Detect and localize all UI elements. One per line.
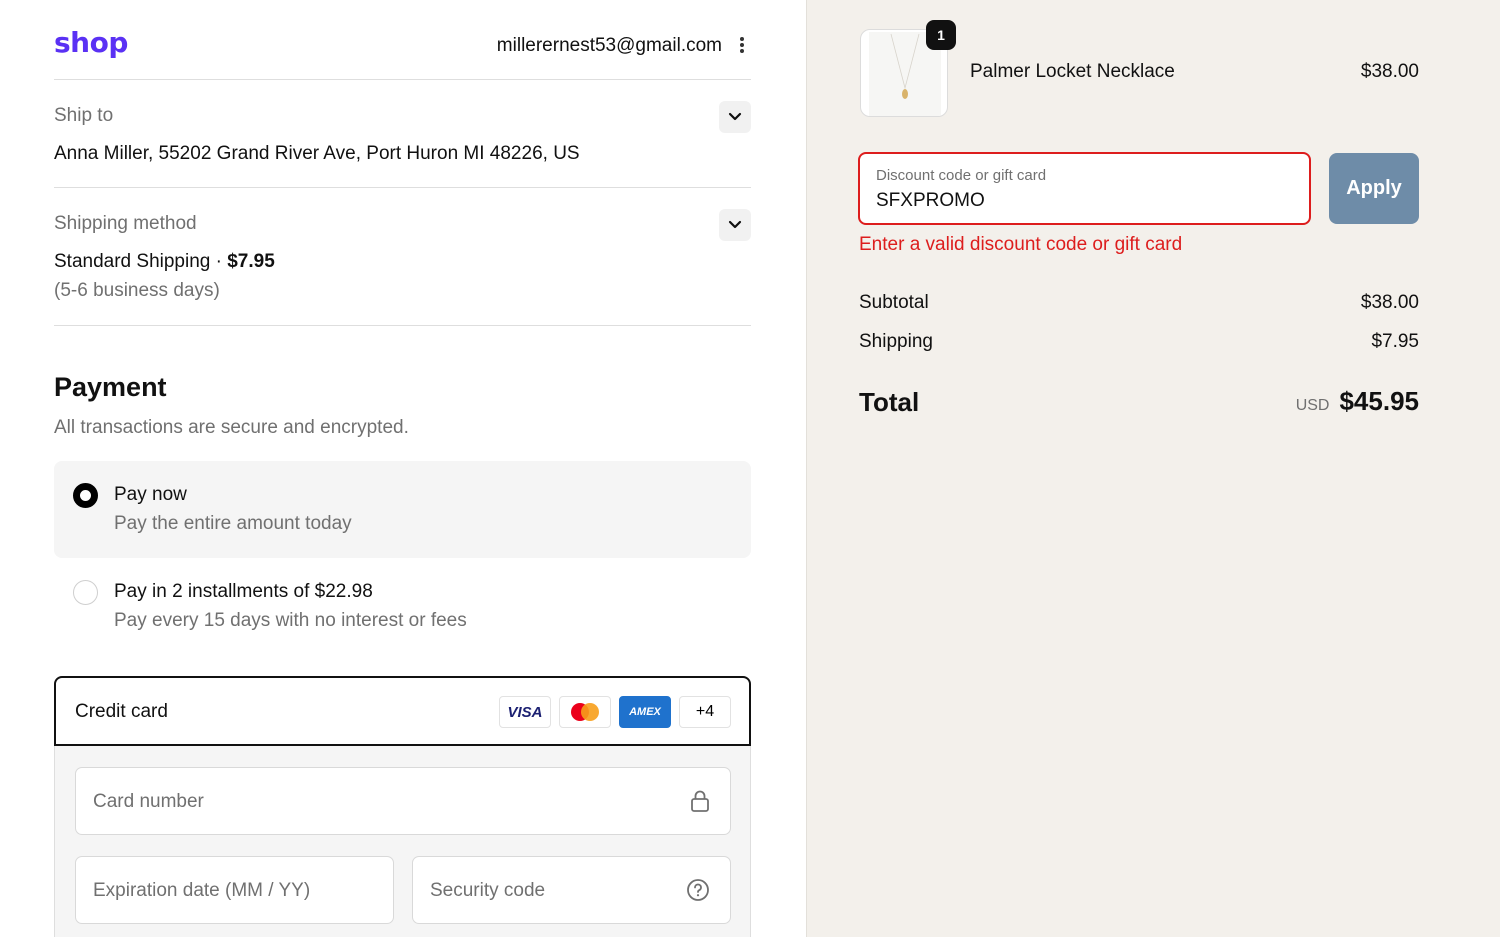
quantity-badge: 1 — [926, 20, 956, 50]
discount-code-input[interactable]: Discount code or gift card SFXPROMO — [858, 152, 1311, 225]
credit-card-header[interactable]: Credit card VISA AMEX +4 — [54, 676, 751, 746]
shipping-label: Shipping — [859, 331, 933, 352]
subtotal-label: Subtotal — [859, 292, 929, 313]
lock-icon — [690, 789, 710, 818]
more-brands-badge: +4 — [679, 696, 731, 728]
currency-code: USD — [1295, 397, 1330, 414]
shipping-method-value: Standard Shipping · $7.95 — [54, 251, 275, 273]
apply-button[interactable]: Apply — [1329, 153, 1419, 224]
card-number-input[interactable]: Card number — [75, 767, 731, 835]
card-number-placeholder: Card number — [93, 791, 204, 812]
payment-title: Payment — [54, 372, 167, 402]
expiration-date-input[interactable]: Expiration date (MM / YY) — [75, 856, 394, 924]
credit-card-form: Card number Expiration date (MM / YY) Se… — [54, 746, 751, 937]
visa-icon: VISA — [499, 696, 551, 728]
discount-error-message: Enter a valid discount code or gift card — [859, 234, 1183, 255]
order-summary-panel — [806, 0, 1500, 937]
pay-now-option[interactable]: Pay now Pay the entire amount today — [54, 461, 751, 558]
checkout-main-panel: shop millerernest53@gmail.com Ship to An… — [0, 0, 806, 937]
shop-logo[interactable]: shop — [54, 26, 128, 59]
divider — [54, 325, 751, 326]
installments-option[interactable]: Pay in 2 installments of $22.98 Pay ever… — [54, 558, 751, 655]
total-value: $45.95 — [1339, 386, 1419, 416]
expiration-placeholder: Expiration date (MM / YY) — [93, 880, 311, 901]
product-name: Palmer Locket Necklace — [970, 61, 1175, 82]
divider — [54, 187, 751, 188]
security-code-placeholder: Security code — [430, 880, 546, 901]
product-price: $38.00 — [1360, 61, 1419, 82]
shipping-eta: (5-6 business days) — [54, 280, 220, 301]
ship-to-label: Ship to — [54, 105, 114, 126]
security-code-input[interactable]: Security code — [412, 856, 731, 924]
pay-now-title: Pay now — [114, 484, 187, 505]
installments-radio[interactable] — [73, 580, 98, 605]
account-email: millerernest53@gmail.com — [496, 35, 722, 56]
shipping-separator: · — [215, 251, 222, 272]
shipping-method-price: $7.95 — [227, 251, 275, 272]
payment-subtitle: All transactions are secure and encrypte… — [54, 417, 409, 438]
total-amount: USD $45.95 — [1296, 386, 1419, 417]
credit-card-label: Credit card — [75, 701, 168, 722]
shipping-method-name: Standard Shipping — [54, 251, 211, 272]
amex-icon: AMEX — [619, 696, 671, 728]
ship-to-address: Anna Miller, 55202 Grand River Ave, Port… — [54, 143, 580, 164]
installments-subtitle: Pay every 15 days with no interest or fe… — [114, 610, 467, 631]
shipping-method-label: Shipping method — [54, 213, 197, 234]
chevron-down-icon — [728, 220, 742, 229]
pay-now-subtitle: Pay the entire amount today — [114, 513, 352, 534]
shipping-method-expand-button[interactable] — [719, 209, 751, 241]
discount-code-value: SFXPROMO — [876, 190, 985, 211]
mastercard-icon — [559, 696, 611, 728]
shipping-value: $7.95 — [1371, 331, 1419, 352]
pay-now-radio[interactable] — [73, 483, 98, 508]
installments-title: Pay in 2 installments of $22.98 — [114, 581, 373, 602]
divider — [54, 79, 751, 80]
total-label: Total — [859, 387, 920, 417]
chevron-down-icon — [728, 112, 742, 121]
ship-to-expand-button[interactable] — [719, 101, 751, 133]
help-icon[interactable] — [686, 878, 710, 907]
subtotal-value: $38.00 — [1360, 292, 1419, 313]
discount-code-label: Discount code or gift card — [876, 167, 1047, 184]
more-options-icon[interactable] — [734, 34, 750, 56]
